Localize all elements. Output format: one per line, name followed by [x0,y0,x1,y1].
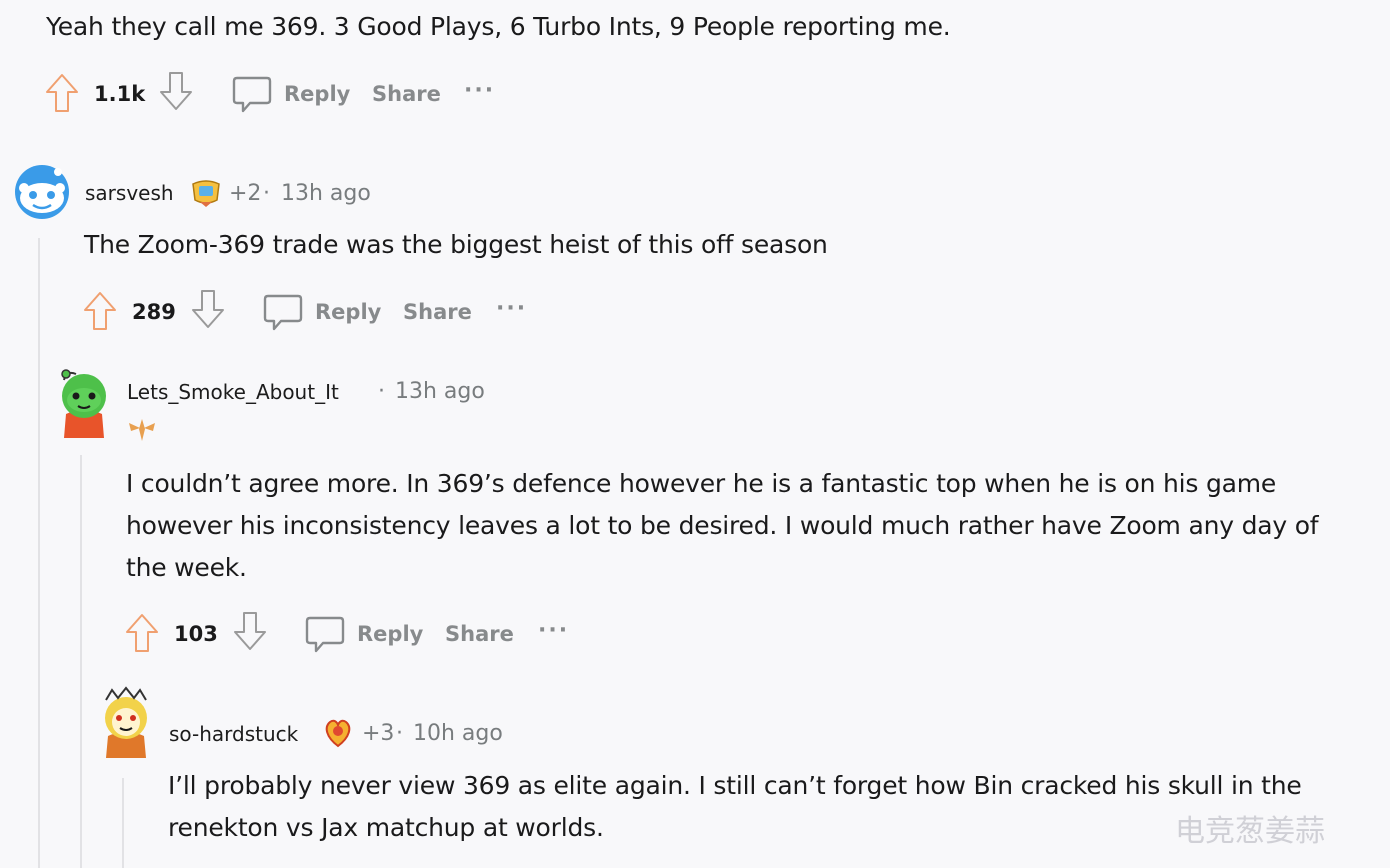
vote-count: 1.1k [94,82,146,106]
share-button[interactable]: Share [403,300,472,324]
comment-icon[interactable] [232,74,272,118]
reply-button[interactable]: Reply [357,622,423,646]
username[interactable]: sarsvesh [85,181,174,205]
award-icon [190,176,222,212]
reply-button[interactable]: Reply [284,82,350,106]
timestamp[interactable]: 13h ago [281,181,371,206]
timestamp[interactable]: 10h ago [413,721,503,746]
comment2-action-bar: 103 Reply Share ··· [124,610,604,656]
timestamp[interactable]: 13h ago [395,379,485,404]
more-options-button[interactable]: ··· [538,618,569,643]
meta-separator: · [378,379,385,404]
thread-line-2[interactable] [80,455,82,868]
comment-text: I couldn’t agree more. In 369’s defence … [126,469,1319,582]
award-count: +2 [229,181,262,206]
comment1-action-bar: 289 Reply Share ··· [82,288,562,334]
thread-line-3[interactable] [122,778,124,868]
top-comment-action-bar: 1.1k Reply Share ··· [44,70,524,116]
avatar[interactable] [54,366,114,444]
vote-count: 103 [174,622,218,646]
username[interactable]: so-hardstuck [169,722,298,746]
meta-separator: · [396,721,403,746]
thread-line-1[interactable] [38,238,40,868]
more-options-button[interactable]: ··· [496,296,527,321]
comment-icon[interactable] [305,614,345,658]
reply-button[interactable]: Reply [315,300,381,324]
upvote-icon[interactable] [82,290,118,336]
vote-count: 289 [132,300,176,324]
downvote-icon[interactable] [190,288,226,334]
upvote-icon[interactable] [124,612,160,658]
downvote-icon[interactable] [232,610,268,656]
flair-icon [127,417,157,447]
watermark: 电竞葱姜蒜 [1175,814,1325,849]
avatar[interactable] [96,686,156,764]
award-icon [322,715,354,753]
avatar[interactable] [12,164,72,224]
downvote-icon[interactable] [158,70,194,116]
comment-text: The Zoom-369 trade was the biggest heist… [84,230,828,259]
share-button[interactable]: Share [445,622,514,646]
comment-icon[interactable] [263,292,303,336]
upvote-icon[interactable] [44,72,80,118]
meta-separator: · [263,181,270,206]
more-options-button[interactable]: ··· [464,78,495,103]
share-button[interactable]: Share [372,82,441,106]
top-comment-text: Yeah they call me 369. 3 Good Plays, 6 T… [46,12,951,41]
username[interactable]: Lets_Smoke_About_It [127,380,339,404]
award-count: +3 [362,721,395,746]
